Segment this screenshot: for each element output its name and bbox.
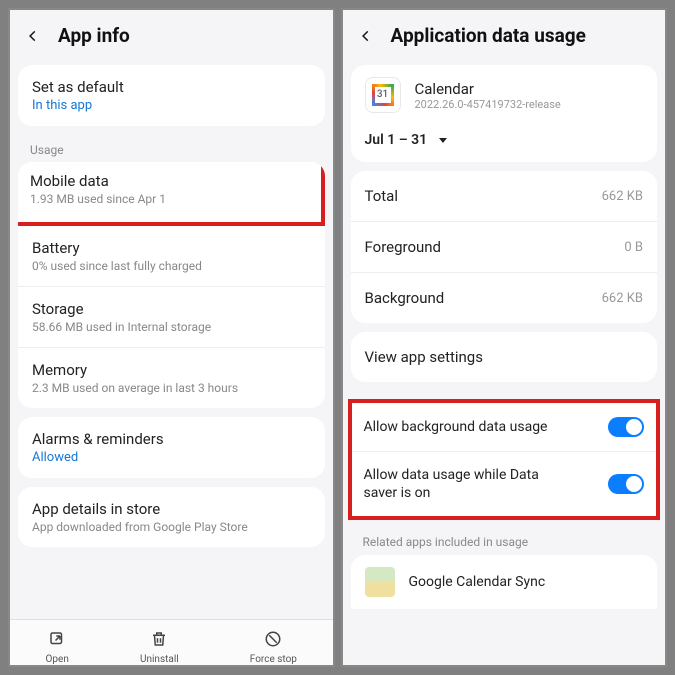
usage-card: Mobile data 1.93 MB used since Apr 1 Bat…	[18, 162, 325, 408]
battery-title: Battery	[32, 239, 311, 257]
details-title: App details in store	[32, 500, 311, 518]
related-app-row[interactable]: Google Calendar Sync	[351, 555, 658, 609]
stop-icon	[264, 630, 282, 651]
total-value: 662 KB	[602, 189, 643, 204]
view-settings-label: View app settings	[365, 348, 483, 366]
set-default-sub: In this app	[32, 98, 311, 113]
trash-icon	[150, 630, 168, 651]
open-label: Open	[46, 654, 69, 665]
toggles-card: Allow background data usage Allow data u…	[348, 399, 661, 520]
usage-section-label: Usage	[10, 135, 333, 162]
bottom-bar: Open Uninstall Force stop	[10, 619, 333, 665]
data-usage-screen: Application data usage Calendar 2022.26.…	[341, 8, 668, 667]
allow-bg-row[interactable]: Allow background data usage	[352, 403, 657, 452]
memory-title: Memory	[32, 361, 311, 379]
uninstall-button[interactable]: Uninstall	[140, 630, 179, 665]
app-info-screen: App info Set as default In this app Usag…	[8, 8, 335, 667]
alarms-sub: Allowed	[32, 450, 311, 465]
storage-title: Storage	[32, 300, 311, 318]
page-title: Application data usage	[391, 24, 586, 47]
foreground-value: 0 B	[624, 240, 643, 255]
back-icon[interactable]	[26, 29, 40, 43]
memory-row[interactable]: Memory 2.3 MB used on average in last 3 …	[18, 348, 325, 408]
alarms-title: Alarms & reminders	[32, 430, 311, 448]
app-version: 2022.26.0-457419732-release	[415, 98, 561, 111]
alarms-row[interactable]: Alarms & reminders Allowed	[18, 417, 325, 478]
alarms-card: Alarms & reminders Allowed	[18, 417, 325, 478]
details-card: App details in store App downloaded from…	[18, 487, 325, 547]
total-label: Total	[365, 187, 399, 205]
app-header: Calendar 2022.26.0-457419732-release	[351, 65, 658, 129]
mobile-data-title: Mobile data	[30, 172, 307, 190]
open-icon	[48, 630, 66, 651]
app-name: Calendar	[415, 80, 561, 98]
left-header: App info	[10, 10, 333, 65]
set-default-row[interactable]: Set as default In this app	[18, 65, 325, 126]
view-app-settings-row[interactable]: View app settings	[351, 332, 658, 382]
background-label: Background	[365, 289, 445, 307]
details-row[interactable]: App details in store App downloaded from…	[18, 487, 325, 547]
related-app-name: Google Calendar Sync	[409, 574, 546, 590]
mobile-data-row[interactable]: Mobile data 1.93 MB used since Apr 1	[18, 162, 325, 226]
open-button[interactable]: Open	[46, 630, 69, 665]
force-stop-button[interactable]: Force stop	[250, 630, 297, 665]
view-settings-card: View app settings	[351, 332, 658, 382]
storage-sub: 58.66 MB used in Internal storage	[32, 320, 311, 334]
back-icon[interactable]	[359, 29, 373, 43]
allow-datasaver-toggle[interactable]	[608, 474, 644, 494]
date-range-label: Jul 1 – 31	[365, 132, 428, 148]
battery-sub: 0% used since last fully charged	[32, 259, 311, 273]
details-sub: App downloaded from Google Play Store	[32, 520, 311, 534]
related-section-label: Related apps included in usage	[343, 529, 666, 555]
mobile-data-sub: 1.93 MB used since Apr 1	[30, 192, 307, 206]
storage-row[interactable]: Storage 58.66 MB used in Internal storag…	[18, 287, 325, 348]
allow-datasaver-label: Allow data usage while Data saver is on	[364, 466, 564, 502]
battery-row[interactable]: Battery 0% used since last fully charged	[18, 226, 325, 287]
page-title: App info	[58, 24, 130, 47]
stats-card: Total 662 KB Foreground 0 B Background 6…	[351, 171, 658, 323]
set-default-card: Set as default In this app	[18, 65, 325, 126]
force-stop-label: Force stop	[250, 654, 297, 665]
total-row: Total 662 KB	[351, 171, 658, 222]
set-default-title: Set as default	[32, 78, 311, 96]
uninstall-label: Uninstall	[140, 654, 179, 665]
allow-bg-label: Allow background data usage	[364, 418, 548, 436]
right-header: Application data usage	[343, 10, 666, 65]
chevron-down-icon	[437, 134, 449, 146]
background-value: 662 KB	[602, 291, 643, 306]
sync-app-icon	[365, 567, 395, 597]
allow-bg-toggle[interactable]	[608, 417, 644, 437]
allow-datasaver-row[interactable]: Allow data usage while Data saver is on	[352, 452, 657, 516]
background-row: Background 662 KB	[351, 273, 658, 323]
memory-sub: 2.3 MB used on average in last 3 hours	[32, 381, 311, 395]
app-summary-card: Calendar 2022.26.0-457419732-release Jul…	[351, 65, 658, 162]
date-range-picker[interactable]: Jul 1 – 31	[351, 132, 464, 162]
calendar-app-icon	[365, 77, 401, 113]
foreground-row: Foreground 0 B	[351, 222, 658, 273]
foreground-label: Foreground	[365, 238, 442, 256]
